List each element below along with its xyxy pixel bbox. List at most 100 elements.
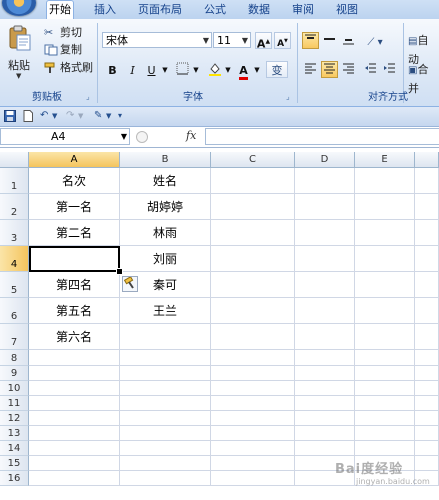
cell-b15[interactable]: [120, 456, 211, 471]
cell-c13[interactable]: [211, 426, 295, 441]
cell-a8[interactable]: [29, 350, 120, 366]
column-header-d[interactable]: D: [295, 152, 355, 168]
row-header-14[interactable]: 14: [0, 441, 29, 456]
cell-e3[interactable]: [355, 220, 415, 246]
cell-c8[interactable]: [211, 350, 295, 366]
cell-b4[interactable]: 刘丽: [120, 246, 211, 272]
cell-d7[interactable]: [295, 324, 355, 350]
redo-icon[interactable]: ↷: [66, 110, 78, 122]
align-left-button[interactable]: [302, 61, 319, 78]
cell-d3[interactable]: [295, 220, 355, 246]
row-header-11[interactable]: 11: [0, 396, 29, 411]
cell-c16[interactable]: [211, 471, 295, 486]
row-header-15[interactable]: 15: [0, 456, 29, 471]
formula-expand-handle[interactable]: [136, 131, 148, 143]
chevron-down-icon[interactable]: ▼: [191, 61, 201, 78]
cell-b6[interactable]: 王兰: [120, 298, 211, 324]
cell-a13[interactable]: [29, 426, 120, 441]
cell-b10[interactable]: [120, 381, 211, 396]
cell-d2[interactable]: [295, 194, 355, 220]
cell-e10[interactable]: [355, 381, 415, 396]
tab-data[interactable]: 数据: [246, 1, 272, 18]
row-header-3[interactable]: 3: [0, 220, 29, 246]
cell-e4[interactable]: [355, 246, 415, 272]
row-header-12[interactable]: 12: [0, 411, 29, 426]
cell-b8[interactable]: [120, 350, 211, 366]
column-header-e[interactable]: E: [355, 152, 415, 168]
cell-d11[interactable]: [295, 396, 355, 411]
cell-e7[interactable]: [355, 324, 415, 350]
cell-a15[interactable]: [29, 456, 120, 471]
cell-c3[interactable]: [211, 220, 295, 246]
row-header-1[interactable]: 1: [0, 168, 29, 194]
row-header-8[interactable]: 8: [0, 350, 29, 366]
cell-a1[interactable]: 名次: [29, 168, 120, 194]
cell-c10[interactable]: [211, 381, 295, 396]
align-middle-button[interactable]: [321, 32, 338, 49]
cell-a6[interactable]: 第五名: [29, 298, 120, 324]
cell-a12[interactable]: [29, 411, 120, 426]
cell-b13[interactable]: [120, 426, 211, 441]
paste-button[interactable]: 粘贴 ▼: [6, 23, 34, 85]
copy-button[interactable]: 复制: [44, 41, 82, 59]
cell-c6[interactable]: [211, 298, 295, 324]
cell-e12[interactable]: [355, 411, 415, 426]
column-header-a[interactable]: A: [29, 152, 120, 168]
phonetic-button[interactable]: 变: [266, 61, 288, 78]
grow-font-button[interactable]: A▲: [255, 32, 272, 51]
customize-qat-icon[interactable]: ▾: [118, 110, 130, 122]
cell-c1[interactable]: [211, 168, 295, 194]
cell-a5[interactable]: 第四名: [29, 272, 120, 298]
tab-home[interactable]: 开始: [46, 0, 74, 20]
cut-button[interactable]: ✂ 剪切: [44, 24, 82, 42]
insert-function-button[interactable]: fx: [186, 129, 196, 142]
row-header-7[interactable]: 7: [0, 324, 29, 350]
decrease-indent-button[interactable]: [362, 61, 379, 78]
cell-b1[interactable]: 姓名: [120, 168, 211, 194]
cell-d9[interactable]: [295, 366, 355, 381]
chevron-down-icon[interactable]: ▼: [106, 110, 118, 122]
align-center-button[interactable]: [321, 61, 338, 78]
text-orientation-button[interactable]: ⟋ ▾: [362, 32, 388, 49]
cell-c12[interactable]: [211, 411, 295, 426]
cell-a3[interactable]: 第二名: [29, 220, 120, 246]
tab-insert[interactable]: 插入: [92, 1, 118, 18]
cell-c15[interactable]: [211, 456, 295, 471]
align-bottom-button[interactable]: [340, 32, 357, 49]
cell-e8[interactable]: [355, 350, 415, 366]
tab-view[interactable]: 视图: [334, 1, 360, 18]
cell-e13[interactable]: [355, 426, 415, 441]
cell-c4[interactable]: [211, 246, 295, 272]
cell-c5[interactable]: [211, 272, 295, 298]
cell-c14[interactable]: [211, 441, 295, 456]
cell-b12[interactable]: [120, 411, 211, 426]
chevron-down-icon[interactable]: ▼: [52, 110, 64, 122]
save-icon[interactable]: [4, 110, 16, 122]
new-document-icon[interactable]: [22, 110, 34, 122]
font-size-combo[interactable]: 11 ▼: [213, 32, 251, 48]
wrap-text-button[interactable]: ▤自动: [408, 32, 439, 66]
tab-page-layout[interactable]: 页面布局: [136, 1, 184, 18]
cell-b9[interactable]: [120, 366, 211, 381]
cell-a10[interactable]: [29, 381, 120, 396]
cell-c9[interactable]: [211, 366, 295, 381]
tab-formulas[interactable]: 公式: [202, 1, 228, 18]
italic-button[interactable]: I: [124, 61, 141, 78]
cell-b3[interactable]: 林雨: [120, 220, 211, 246]
chevron-down-icon[interactable]: ▼: [223, 61, 233, 78]
chevron-down-icon[interactable]: ▼: [78, 110, 90, 122]
cell-e5[interactable]: [355, 272, 415, 298]
chevron-down-icon[interactable]: ▼: [252, 61, 262, 78]
increase-indent-button[interactable]: [381, 61, 398, 78]
font-name-combo[interactable]: 宋体 ▼: [102, 32, 212, 48]
cell-a14[interactable]: [29, 441, 120, 456]
cell-d5[interactable]: [295, 272, 355, 298]
column-header-c[interactable]: C: [211, 152, 295, 168]
row-header-9[interactable]: 9: [0, 366, 29, 381]
cell-d13[interactable]: [295, 426, 355, 441]
undo-icon[interactable]: ↶: [40, 110, 52, 122]
cell-d6[interactable]: [295, 298, 355, 324]
shrink-font-button[interactable]: A▼: [274, 32, 291, 49]
borders-button[interactable]: [174, 61, 191, 78]
font-color-button[interactable]: A: [235, 61, 252, 80]
